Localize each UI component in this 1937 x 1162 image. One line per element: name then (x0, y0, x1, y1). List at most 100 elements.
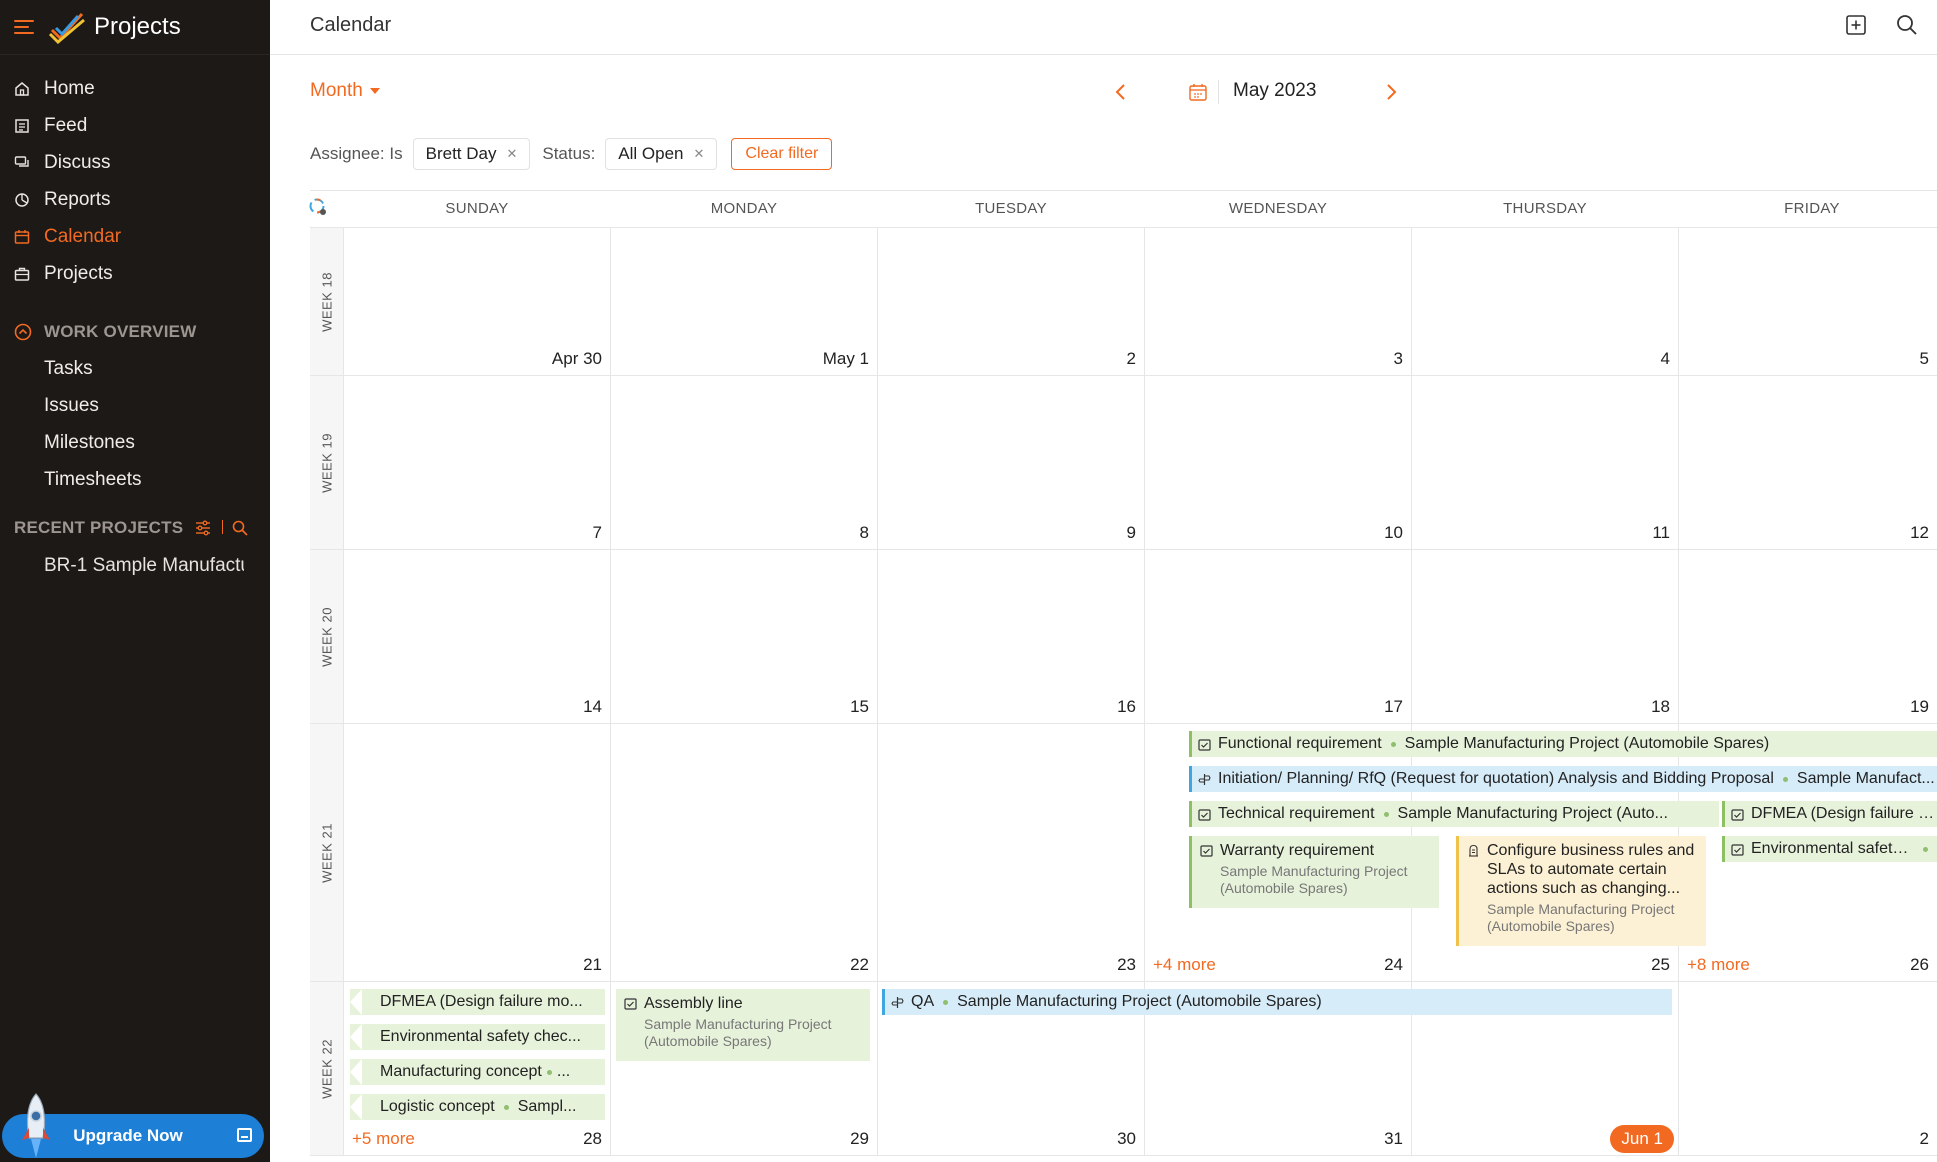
nav-item-projects[interactable]: Projects (0, 255, 270, 292)
divider (1218, 80, 1219, 104)
sidebar-item-tasks[interactable]: Tasks (44, 358, 93, 380)
event-card[interactable]: Assembly line Sample Manufacturing Proje… (616, 989, 870, 1061)
projects-logo-icon (48, 12, 85, 44)
day-cell[interactable]: 16 (878, 550, 1145, 723)
feed-icon (14, 118, 30, 134)
reports-icon (14, 192, 30, 208)
remove-filter-icon[interactable]: ✕ (506, 146, 517, 162)
day-cell[interactable]: 22 (611, 724, 878, 981)
nav-item-label: Reports (44, 188, 111, 210)
event-bar[interactable]: Manufacturing concept ... (350, 1059, 605, 1085)
day-cell[interactable]: 15 (611, 550, 878, 723)
event-bar[interactable]: DFMEA (Design failure mode e (1722, 801, 1937, 827)
main-nav: Home Feed Discuss Reports Calendar Proje… (0, 70, 270, 292)
separator-dot (1782, 776, 1788, 782)
day-number: 21 (583, 955, 602, 974)
day-cell[interactable]: Apr 30 (344, 228, 611, 375)
day-cell[interactable]: 3 (1145, 228, 1412, 375)
more-events-link[interactable]: +4 more (1153, 955, 1216, 975)
day-cell[interactable]: 7 (344, 376, 611, 549)
more-events-link[interactable]: +5 more (352, 1129, 415, 1149)
day-number: 16 (1117, 697, 1136, 716)
event-card[interactable]: Configure business rules and SLAs to aut… (1456, 836, 1706, 946)
event-title: Warranty requirement (1220, 842, 1375, 859)
day-cell[interactable]: 2 (878, 228, 1145, 375)
collapse-panel-icon[interactable] (237, 1128, 252, 1142)
day-cell[interactable]: 18 (1412, 550, 1679, 723)
more-events-link[interactable]: +8 more (1687, 955, 1750, 975)
day-cell[interactable]: 8 (611, 376, 878, 549)
clear-filter-button[interactable]: Clear filter (731, 138, 833, 170)
event-bar[interactable]: Environmental safety chec... (350, 1024, 605, 1050)
event-project: Sampl... (517, 1098, 577, 1115)
separator-dot (1383, 811, 1389, 817)
event-title: Assembly line (644, 995, 743, 1012)
event-bar[interactable]: Environmental safety check (1722, 836, 1937, 862)
nav-item-reports[interactable]: Reports (0, 181, 270, 218)
nav-item-home[interactable]: Home (0, 70, 270, 107)
day-cell[interactable]: May 1 (611, 228, 878, 375)
view-mode-dropdown[interactable]: Month (310, 80, 380, 102)
search-icon[interactable] (232, 520, 248, 536)
week-label-text: WEEK 20 (319, 606, 334, 667)
day-cell[interactable]: 9 (878, 376, 1145, 549)
event-bar[interactable]: Initiation/ Planning/ RfQ (Request for q… (1189, 766, 1937, 792)
search-icon[interactable] (1895, 13, 1919, 37)
day-number: 10 (1384, 523, 1403, 542)
section-title: WORK OVERVIEW (44, 322, 197, 341)
event-bar[interactable]: Technical requirement Sample Manufacturi… (1189, 801, 1719, 827)
day-cell[interactable]: 21 (344, 724, 611, 981)
week-label-text: WEEK 19 (319, 432, 334, 493)
assignee-filter-chip[interactable]: Brett Day ✕ (412, 138, 531, 170)
day-number: 29 (850, 1129, 869, 1148)
rocket-icon (22, 1093, 50, 1158)
day-cell[interactable]: 11 (1412, 376, 1679, 549)
nav-item-discuss[interactable]: Discuss (0, 144, 270, 181)
day-cell[interactable]: 12 (1679, 376, 1937, 549)
next-month-arrow-icon[interactable] (1382, 82, 1400, 102)
day-cell[interactable]: 14 (344, 550, 611, 723)
prev-month-arrow-icon[interactable] (1112, 82, 1130, 102)
sidebar: Projects Home Feed Discuss Reports Calen… (0, 0, 270, 1162)
separator-dot (546, 1069, 552, 1075)
event-title: Configure business rules and SLAs to aut… (1487, 842, 1695, 897)
event-card[interactable]: Warranty requirement Sample Manufacturin… (1189, 836, 1439, 908)
sidebar-item-issues[interactable]: Issues (44, 395, 99, 417)
work-overview-header[interactable]: WORK OVERVIEW (14, 322, 196, 342)
day-cell[interactable]: 23 (878, 724, 1145, 981)
nav-item-label: Home (44, 77, 95, 99)
week-label-text: WEEK 21 (319, 822, 334, 883)
sidebar-item-timesheets[interactable]: Timesheets (44, 469, 142, 491)
status-filter-chip[interactable]: All Open ✕ (605, 138, 718, 170)
page-title: Calendar (310, 14, 392, 36)
event-bar[interactable]: Logistic concept Sampl... (350, 1094, 605, 1120)
week-row: WEEK 18 Apr 30 May 1 2 3 4 5 (310, 228, 1937, 376)
remove-filter-icon[interactable]: ✕ (694, 146, 705, 162)
menu-icon[interactable] (14, 20, 34, 34)
week-label: WEEK 20 (310, 550, 344, 723)
view-mode-label: Month (310, 80, 363, 101)
day-number: 5 (1919, 349, 1929, 368)
event-bar[interactable]: Functional requirement Sample Manufactur… (1189, 731, 1937, 757)
day-cell[interactable]: 4 (1412, 228, 1679, 375)
calendar-picker-icon[interactable] (1188, 82, 1208, 102)
nav-item-calendar[interactable]: Calendar (0, 218, 270, 255)
current-period[interactable]: May 2023 (1233, 80, 1316, 102)
sidebar-item-milestones[interactable]: Milestones (44, 432, 135, 454)
day-number: Apr 30 (551, 349, 602, 368)
week-row: WEEK 19 7 8 9 10 11 12 (310, 376, 1937, 550)
task-icon (1731, 808, 1744, 821)
day-cell[interactable]: 17 (1145, 550, 1412, 723)
filter-sliders-icon[interactable] (195, 520, 211, 536)
recent-project-item[interactable]: BR-1 Sample Manufacturing Project (Autom… (44, 555, 244, 577)
issue-bug-icon (1469, 844, 1478, 857)
nav-item-feed[interactable]: Feed (0, 107, 270, 144)
day-cell[interactable]: 5 (1679, 228, 1937, 375)
add-icon[interactable] (1844, 13, 1868, 37)
day-cell[interactable]: 19 (1679, 550, 1937, 723)
event-bar[interactable]: QA Sample Manufacturing Project (Automob… (882, 989, 1672, 1015)
event-bar[interactable]: DFMEA (Design failure mo... (350, 989, 605, 1015)
day-cell[interactable]: 2 (1679, 982, 1937, 1155)
milestone-icon (891, 996, 904, 1008)
day-cell[interactable]: 10 (1145, 376, 1412, 549)
